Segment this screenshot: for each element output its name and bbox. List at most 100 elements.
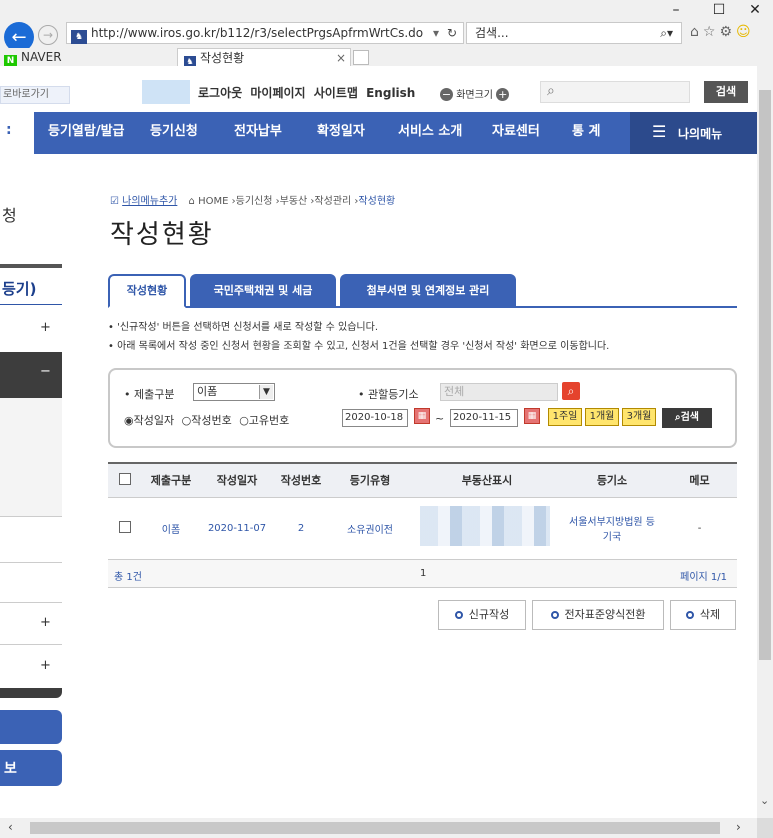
refresh-icon[interactable]: ↻ [447,23,457,43]
calendar-icon[interactable]: ▦ [414,408,430,424]
maximize-button[interactable]: ☐ [705,2,733,18]
new-application-button[interactable]: 신규작성 [438,600,526,630]
logout-link[interactable]: 로그아웃 [198,86,242,100]
sidebar-head[interactable]: 등기) [2,278,36,299]
quick-link-left[interactable]: 로바로가기 [0,86,70,104]
zoom-out-icon[interactable]: − [440,88,453,101]
cell-registry[interactable]: 서울서부지방법원 등기국 [562,497,662,559]
sidebar-banner-1[interactable] [0,710,62,744]
smiley-icon[interactable]: ☺ [736,24,755,40]
tab-attachments[interactable]: 첨부서면 및 연계정보 관리 [340,274,516,308]
address-bar[interactable]: ♞ http://www.iros.go.kr/b112/r3/selectPrg… [66,22,464,44]
site-favicon: ♞ [71,30,87,44]
sidebar-active-item[interactable]: − [0,352,62,398]
mypage-link[interactable]: 마이페이지 [250,86,305,100]
dropdown-icon[interactable]: ▾ [433,23,439,43]
radio-selected[interactable]: ◉ [124,414,134,427]
sidebar-expand-icon[interactable]: + [40,320,51,335]
url-text: http://www.iros.go.kr/b112/r3/selectPrgs… [91,26,424,40]
close-window-button[interactable]: ✕ [741,2,769,18]
submit-type-label: • 제출구분 [124,388,175,401]
divider [0,304,62,305]
add-my-menu-link[interactable]: 나의메뉴추가 [122,196,177,207]
breadcrumb-item[interactable]: 부동산 [280,196,308,207]
period-1month-button[interactable]: 1개월 [585,408,619,426]
radio-empty[interactable]: ○ [239,414,249,427]
calendar-icon[interactable]: ▦ [524,408,540,424]
forward-icon[interactable]: → [38,25,58,45]
scroll-right-icon[interactable]: › [736,820,741,834]
sidebar-banner-2[interactable]: 보 [0,750,62,786]
chevron-down-icon: ▼ [259,385,273,399]
button-label: 전자표준양식전환 [564,608,646,621]
sidebar-expand-icon[interactable]: + [40,615,51,630]
scroll-down-icon[interactable]: ⌄ [760,794,769,807]
english-link[interactable]: English [366,86,415,100]
tab-active[interactable]: ♞ 작성현황 × [177,48,351,68]
search-icon[interactable]: ⌕▾ [660,23,673,43]
registry-search-icon[interactable]: ⌕ [562,382,580,400]
horizontal-scrollbar[interactable]: ‹ › [0,818,757,838]
search-button-label: 검색 [680,412,699,423]
row-checkbox[interactable] [119,520,131,533]
new-tab-button[interactable] [353,50,369,65]
scroll-thumb[interactable] [759,90,771,660]
registry-input[interactable]: 전체 [440,383,558,401]
tab-bonds-tax[interactable]: 국민주택채권 및 세금 [190,274,336,308]
date-to-input[interactable]: 2020-11-15 [450,409,518,427]
bullet-icon [454,611,463,619]
check-icon: ☑ [110,196,119,207]
page-info: 페이지 1/1 [680,572,727,583]
gnb-item-data[interactable]: 자료센터 [492,120,540,139]
tab-status[interactable]: 작성현황 [108,274,186,308]
sidebar-expand-icon[interactable]: + [40,658,51,673]
select-all-checkbox[interactable] [119,472,131,485]
convert-form-button[interactable]: 전자표준양식전환 [532,600,664,630]
gnb-item-stats[interactable]: 통 계 [572,120,600,139]
breadcrumb-home[interactable]: HOME [198,196,228,207]
breadcrumb-item[interactable]: 작성관리 [314,196,351,207]
gnb-item-payment[interactable]: 전자납부 [234,120,282,139]
radio-empty[interactable]: ○ [182,414,192,427]
table-header-row: 제출구분 작성일자 작성번호 등기유형 부동산표시 등기소 메모 [108,463,737,497]
delete-button[interactable]: 삭제 [670,600,736,630]
table-row[interactable]: 이폼 2020-11-07 2 소유권이전 서울서부지방법원 등기국 - [108,497,737,559]
date-separator: ~ [435,412,445,425]
browser-search-field[interactable]: 검색... ⌕▾ [466,22,682,44]
minimize-button[interactable]: – [662,2,690,18]
zoom-in-icon[interactable]: + [496,88,510,101]
submit-type-select[interactable]: 이폼 ▼ [193,383,275,401]
column-header: 등기유형 [349,474,391,488]
gnb-item-view[interactable]: 등기열람/발급 [48,120,125,139]
cell-submit-type[interactable]: 이폼 [142,497,200,559]
gear-icon[interactable]: ⚙ [719,24,736,40]
home-icon[interactable]: ⌂ [690,24,703,40]
vertical-scrollbar[interactable]: ⌄ [757,66,773,818]
cell-date[interactable]: 2020-11-07 [200,497,274,559]
cell-number[interactable]: 2 [274,497,328,559]
sitemap-link[interactable]: 사이트맵 [314,86,358,100]
breadcrumb-current: 작성현황 [358,196,396,207]
site-search-input[interactable]: ⌕ [540,81,690,103]
scroll-left-icon[interactable]: ‹ [8,820,13,834]
gnb-item-service[interactable]: 서비스 소개 [398,120,462,139]
tab-close-icon[interactable]: × [336,49,346,67]
breadcrumb-item[interactable]: 등기신청 [236,196,273,207]
pager-current[interactable]: 1 [420,568,426,579]
font-size-label: 화면크기 [456,90,493,101]
period-1week-button[interactable]: 1주일 [548,408,582,426]
cell-type[interactable]: 소유권이전 [328,497,412,559]
tab-naver[interactable]: N NAVER [0,48,176,68]
gnb-item-date[interactable]: 확정일자 [317,120,365,139]
webpage: 로바로가기 로그아웃 마이페이지 사이트맵 English − 화면크기 + ⌕… [0,66,757,818]
scroll-thumb[interactable] [30,822,720,834]
site-search-button[interactable]: 검색 [704,81,748,103]
my-menu-button[interactable]: ☰ 나의메뉴 [630,112,757,154]
period-3month-button[interactable]: 3개월 [622,408,656,426]
gnb-item-apply[interactable]: 등기신청 [150,120,198,139]
favorites-icon[interactable]: ☆ [703,24,720,40]
date-from-input[interactable]: 2020-10-18 [342,409,408,427]
search-button[interactable]: ⌕검색 [662,408,712,428]
date-type-radios: ◉작성일자 ○작성번호 ○고유번호 [124,412,289,428]
sidebar-bar [0,688,62,698]
